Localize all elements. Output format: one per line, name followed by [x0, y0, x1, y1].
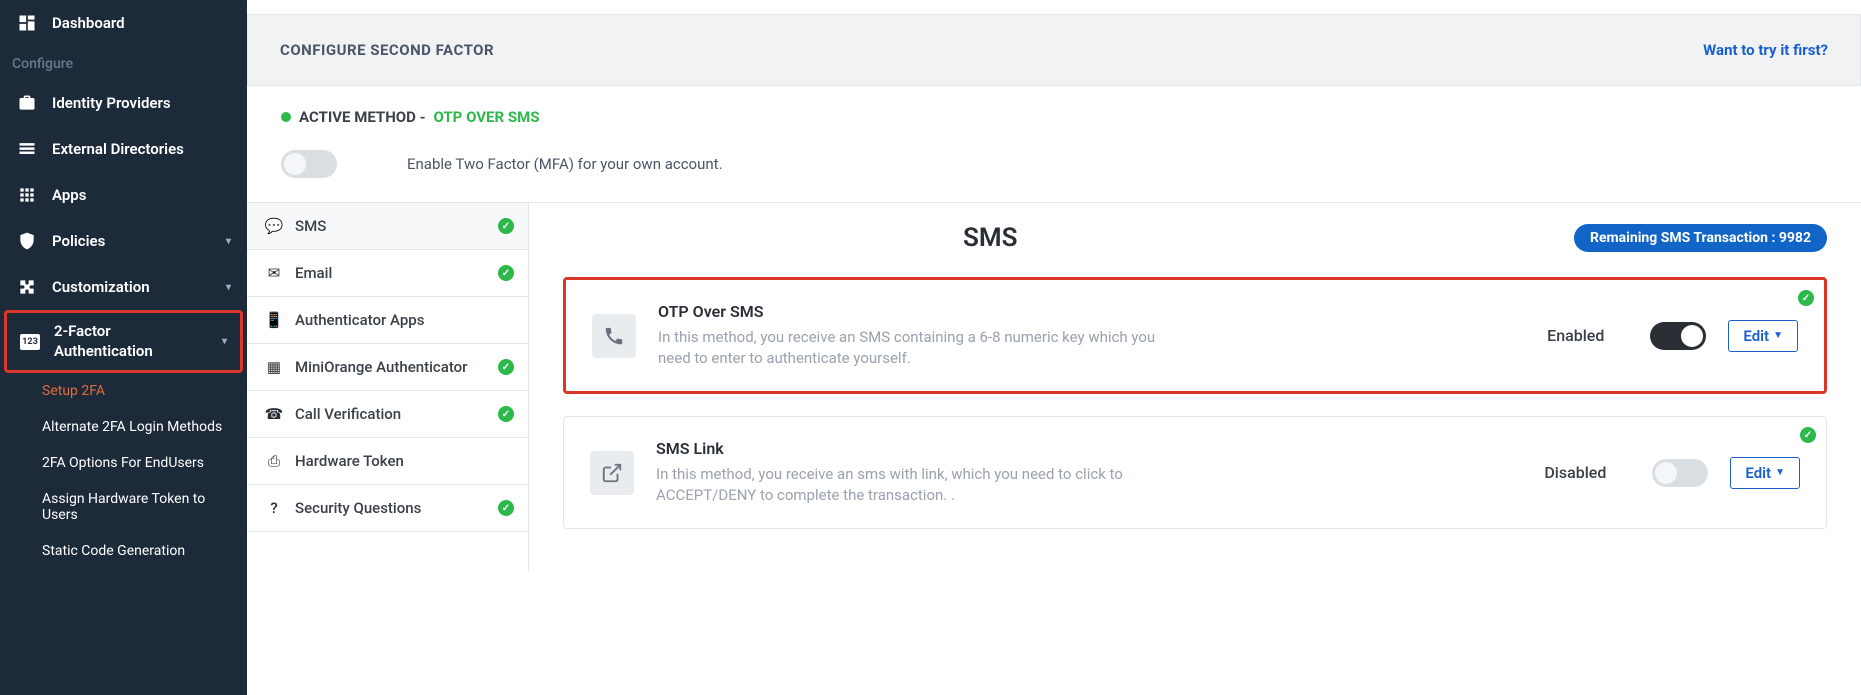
- active-method-row: ACTIVE METHOD - OTP OVER SMS: [247, 86, 1861, 132]
- detail-panel: SMS Remaining SMS Transaction : 9982 OTP…: [529, 203, 1861, 571]
- envelope-icon: ✉: [265, 264, 283, 282]
- method-toggle[interactable]: [1650, 322, 1706, 350]
- sidebar-section-configure: Configure: [0, 46, 247, 80]
- method-card-otp-over-sms: OTP Over SMS In this method, you receive…: [563, 277, 1827, 394]
- try-it-link[interactable]: Want to try it first?: [1703, 41, 1828, 59]
- caret-down-icon: ▼: [1775, 467, 1785, 478]
- content-split: 💬 SMS ✉ Email 📱 Authenticator Apps ▦ Min…: [247, 202, 1861, 571]
- tab-email[interactable]: ✉ Email: [247, 250, 528, 297]
- sidebar-label: Policies: [52, 232, 105, 250]
- sidebar-sub-setup-2fa[interactable]: Setup 2FA: [0, 373, 247, 409]
- tab-call-verification[interactable]: ☎ Call Verification: [247, 391, 528, 438]
- method-status: Enabled: [1547, 326, 1604, 345]
- sidebar-label: External Directories: [52, 140, 184, 158]
- check-icon: [498, 218, 514, 234]
- tab-hardware-token[interactable]: ⎙ Hardware Token: [247, 438, 528, 485]
- detail-title: SMS: [963, 223, 1018, 253]
- tab-sms[interactable]: 💬 SMS: [247, 203, 528, 250]
- chevron-down-icon: ▾: [222, 336, 227, 347]
- sidebar-label: Customization: [52, 278, 150, 296]
- sidebar-item-identity-providers[interactable]: Identity Providers: [0, 80, 247, 126]
- tab-label: Email: [295, 264, 332, 282]
- page-title: CONFIGURE SECOND FACTOR: [280, 41, 494, 59]
- sidebar-item-policies[interactable]: Policies ▾: [0, 218, 247, 264]
- sidebar-sub-alternate[interactable]: Alternate 2FA Login Methods: [0, 409, 247, 445]
- edit-label: Edit: [1743, 327, 1769, 345]
- main-content: CONFIGURE SECOND FACTOR Want to try it f…: [247, 0, 1861, 695]
- shield-icon: [16, 230, 38, 252]
- puzzle-icon: [16, 276, 38, 298]
- status-dot-icon: [281, 112, 291, 122]
- remaining-sms-badge: Remaining SMS Transaction : 9982: [1574, 224, 1827, 252]
- enable-mfa-row: Enable Two Factor (MFA) for your own acc…: [247, 132, 1861, 202]
- method-status: Disabled: [1544, 463, 1606, 482]
- dashboard-icon: [16, 12, 38, 34]
- tab-label: Hardware Token: [295, 452, 404, 470]
- external-link-icon: [590, 451, 634, 495]
- detail-header: SMS Remaining SMS Transaction : 9982: [563, 223, 1827, 253]
- method-card-sms-link: SMS Link In this method, you receive an …: [563, 416, 1827, 529]
- sidebar-item-apps[interactable]: Apps: [0, 172, 247, 218]
- method-name: OTP Over SMS: [658, 302, 1525, 321]
- tab-label: MiniOrange Authenticator: [295, 358, 467, 376]
- method-desc: In this method, you receive an sms with …: [656, 464, 1176, 506]
- sidebar: Dashboard Configure Identity Providers E…: [0, 0, 247, 695]
- sidebar-sub-static-code[interactable]: Static Code Generation: [0, 533, 247, 569]
- sidebar-label: Apps: [52, 186, 86, 204]
- check-icon: [498, 500, 514, 516]
- code-icon: 123: [20, 334, 40, 350]
- caret-down-icon: ▼: [1773, 330, 1783, 341]
- sidebar-item-dashboard[interactable]: Dashboard: [0, 0, 247, 46]
- active-method-value: OTP OVER SMS: [434, 108, 540, 126]
- enable-mfa-toggle[interactable]: [281, 150, 337, 178]
- sidebar-label: Identity Providers: [52, 94, 171, 112]
- tab-miniorange-authenticator[interactable]: ▦ MiniOrange Authenticator: [247, 344, 528, 391]
- sidebar-sub-endusers[interactable]: 2FA Options For EndUsers: [0, 445, 247, 481]
- usb-icon: ⎙: [265, 452, 283, 470]
- sms-icon: 💬: [265, 217, 283, 235]
- edit-button[interactable]: Edit ▼: [1730, 457, 1800, 489]
- check-icon: [1798, 290, 1814, 306]
- method-tabs: 💬 SMS ✉ Email 📱 Authenticator Apps ▦ Min…: [247, 203, 529, 571]
- tab-label: SMS: [295, 217, 326, 235]
- chevron-down-icon: ▾: [226, 282, 231, 293]
- tab-security-questions[interactable]: ? Security Questions: [247, 485, 528, 532]
- phone-square-icon: [592, 314, 636, 358]
- list-icon: [16, 138, 38, 160]
- sidebar-item-2fa[interactable]: 123 2-Factor Authentication ▾: [4, 310, 243, 373]
- sidebar-item-customization[interactable]: Customization ▾: [0, 264, 247, 310]
- method-desc: In this method, you receive an SMS conta…: [658, 327, 1178, 369]
- sidebar-label: Dashboard: [52, 14, 125, 32]
- check-icon: [498, 265, 514, 281]
- tab-label: Authenticator Apps: [295, 311, 424, 329]
- qr-icon: ▦: [265, 358, 283, 376]
- question-icon: ?: [265, 499, 283, 517]
- tab-authenticator-apps[interactable]: 📱 Authenticator Apps: [247, 297, 528, 344]
- active-method-prefix: ACTIVE METHOD -: [299, 108, 426, 126]
- sidebar-sub-assign-token[interactable]: Assign Hardware Token to Users: [0, 481, 247, 533]
- briefcase-icon: [16, 92, 38, 114]
- apps-icon: [16, 184, 38, 206]
- header-bar: CONFIGURE SECOND FACTOR Want to try it f…: [247, 14, 1861, 86]
- call-icon: ☎: [265, 405, 283, 423]
- sidebar-item-external-directories[interactable]: External Directories: [0, 126, 247, 172]
- edit-label: Edit: [1745, 464, 1771, 482]
- method-name: SMS Link: [656, 439, 1522, 458]
- method-toggle[interactable]: [1652, 459, 1708, 487]
- tab-label: Call Verification: [295, 405, 401, 423]
- chevron-down-icon: ▾: [226, 236, 231, 247]
- enable-mfa-desc: Enable Two Factor (MFA) for your own acc…: [407, 155, 723, 173]
- tab-label: Security Questions: [295, 499, 421, 517]
- phone-icon: 📱: [265, 311, 283, 329]
- sidebar-label: 2-Factor Authentication: [54, 322, 208, 361]
- check-icon: [1800, 427, 1816, 443]
- check-icon: [498, 406, 514, 422]
- check-icon: [498, 359, 514, 375]
- edit-button[interactable]: Edit ▼: [1728, 320, 1798, 352]
